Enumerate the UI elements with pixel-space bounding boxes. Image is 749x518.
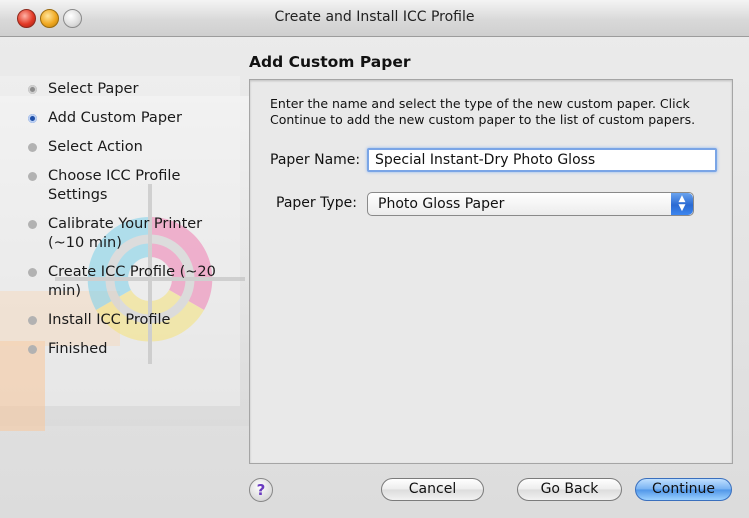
step-select-paper: Select Paper [28, 80, 238, 99]
step-bullet-icon [28, 85, 37, 94]
step-label: Select Paper [48, 81, 139, 97]
step-add-custom-paper: Add Custom Paper [28, 109, 238, 128]
step-label: Calibrate Your Printer (~10 min) [48, 216, 203, 251]
step-choose-icc-profile-settings: Choose ICC Profile Settings [28, 167, 238, 205]
window-title: Create and Install ICC Profile [274, 9, 475, 25]
updown-arrows-icon: ▲ ▼ [671, 193, 693, 215]
step-bullet-icon [28, 114, 37, 123]
step-install-icc-profile: Install ICC Profile [28, 311, 238, 330]
step-label: Add Custom Paper [48, 110, 182, 126]
paper-type-label: Paper Type: [276, 195, 357, 211]
step-bullet-icon [28, 316, 37, 325]
content-panel: Enter the name and select the type of th… [249, 79, 733, 464]
step-label: Install ICC Profile [48, 312, 171, 328]
continue-button[interactable]: Continue [635, 478, 732, 501]
help-button[interactable]: ? [249, 478, 273, 502]
paper-name-field[interactable] [367, 148, 717, 172]
title-bar[interactable]: Create and Install ICC Profile [0, 0, 749, 37]
step-bullet-icon [28, 268, 37, 277]
wizard-window: Create and Install ICC Profile Select Pa… [0, 0, 749, 518]
step-create-icc-profile: Create ICC Profile (~20 min) [28, 263, 238, 301]
go-back-button[interactable]: Go Back [517, 478, 622, 501]
step-label: Create ICC Profile (~20 min) [48, 264, 216, 299]
page-title: Add Custom Paper [249, 53, 411, 71]
step-finished: Finished [28, 340, 238, 359]
paper-type-select[interactable]: Photo Gloss Paper ▲ ▼ [367, 192, 694, 216]
step-select-action: Select Action [28, 138, 238, 157]
instructions-text: Enter the name and select the type of th… [270, 96, 696, 127]
step-bullet-icon [28, 220, 37, 229]
wizard-step-list: Select Paper Add Custom Paper Select Act… [28, 80, 238, 369]
step-calibrate-printer: Calibrate Your Printer (~10 min) [28, 215, 238, 253]
step-label: Finished [48, 341, 108, 357]
cancel-button[interactable]: Cancel [381, 478, 484, 501]
step-label: Select Action [48, 139, 143, 155]
step-bullet-icon [28, 345, 37, 354]
paper-type-selected-value: Photo Gloss Paper [378, 196, 505, 212]
paper-name-label: Paper Name: [270, 152, 361, 168]
step-bullet-icon [28, 143, 37, 152]
step-label: Choose ICC Profile Settings [48, 168, 181, 203]
step-bullet-icon [28, 172, 37, 181]
